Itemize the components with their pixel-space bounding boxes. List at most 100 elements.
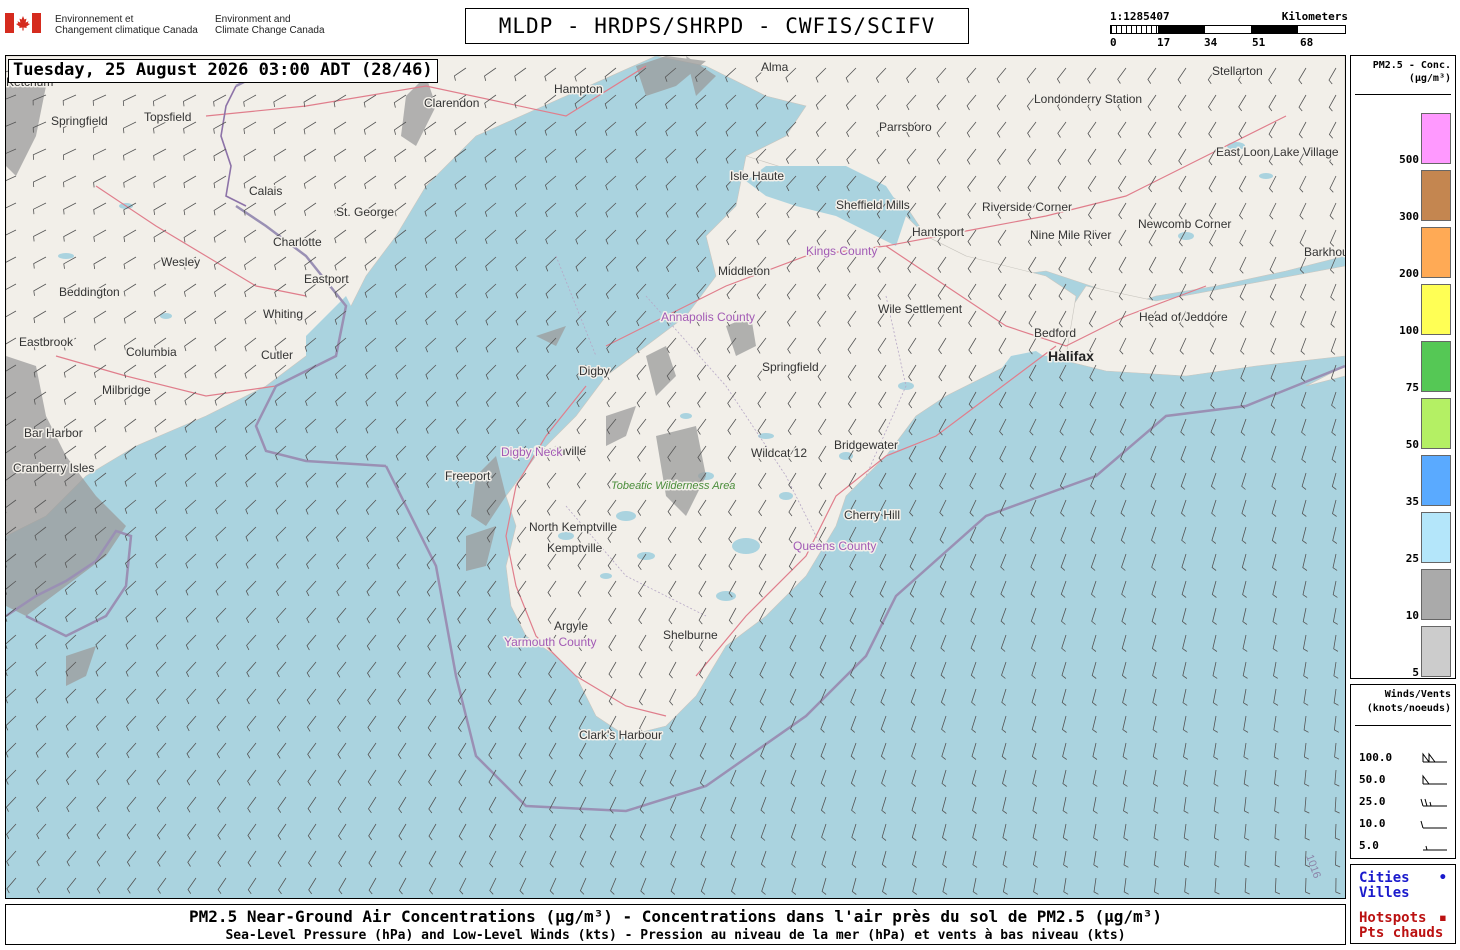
- wind-barb-50-icon: [1422, 774, 1447, 785]
- place-label: Bridgewater: [834, 438, 898, 452]
- place-label: Columbia: [126, 345, 177, 359]
- place-label: Kemptville: [547, 541, 603, 555]
- place-label: East Loon Lake Village: [1216, 145, 1339, 159]
- place-label: Wile Settlement: [878, 302, 963, 316]
- place-label: Charlotte: [273, 235, 322, 249]
- pm25-level-label: 75: [1405, 381, 1419, 394]
- canada-flag-icon: [5, 13, 41, 33]
- place-label: Head of Jeddore: [1139, 310, 1228, 324]
- place-label: Topsfield: [144, 110, 191, 124]
- place-label: Eastbrook: [19, 335, 74, 349]
- scale-bar-graphic: [1110, 25, 1346, 34]
- wind-barb-5-icon: [1423, 845, 1447, 851]
- pm25-level-label: 100: [1399, 324, 1419, 337]
- pm25-swatch-100: [1421, 284, 1451, 335]
- caption-line2: Sea-Level Pressure (hPa) and Low-Level W…: [225, 928, 1126, 943]
- scale-bar: 1:1285407 Kilometers 0 17 34 51 68: [1110, 10, 1348, 50]
- place-label: Milbridge: [102, 383, 151, 397]
- wind-barb-10-icon: [1420, 820, 1447, 829]
- pm25-swatch-25: [1421, 512, 1451, 563]
- agency-fr-line2: Changement climatique Canada: [55, 25, 198, 36]
- pm25-level-label: 10: [1405, 609, 1419, 622]
- place-label: Stellarton: [1212, 64, 1263, 78]
- place-label: Parrsboro: [879, 120, 932, 134]
- wind-legend-title: Winds/Vents (knots/noeuds): [1351, 688, 1451, 716]
- scale-tick: 17: [1157, 36, 1171, 49]
- city-dot-icon: •: [1438, 870, 1447, 886]
- place-label: Springfield: [51, 114, 108, 128]
- place-label: Beddington: [59, 285, 120, 299]
- hotspot-square-icon: ▪: [1438, 910, 1447, 926]
- pm25-legend: PM2.5 - Conc. (µg/m³) 500 300 200 100 75 50 35…: [1350, 55, 1456, 679]
- pm25-swatch-75: [1421, 341, 1451, 392]
- place-label: Wildcat 12: [751, 446, 807, 460]
- pm25-swatch-200: [1421, 227, 1451, 278]
- place-label: Hantsport: [912, 225, 965, 239]
- place-label: Isle Haute: [730, 169, 784, 183]
- legend-cities-en: Cities: [1359, 870, 1410, 886]
- place-label: Bar Harbor: [24, 426, 83, 440]
- pm25-level-label: 50: [1405, 438, 1419, 451]
- county-label: Annapolis County: [661, 310, 755, 324]
- map-caption: PM2.5 Near-Ground Air Concentrations (µg…: [5, 904, 1346, 945]
- county-label: Queens County: [793, 539, 876, 553]
- park-label: Tobeatic Wilderness Area: [611, 480, 735, 492]
- wind-barb-25-icon: [1420, 798, 1447, 807]
- pm25-level-label: 35: [1405, 495, 1419, 508]
- isobar-value-label: 1016: [1303, 853, 1323, 880]
- place-label: Freeport: [445, 469, 491, 483]
- place-label: Wesley: [161, 255, 200, 269]
- pm25-swatch-5: [1421, 626, 1451, 677]
- agency-name-french: Environnement et Changement climatique C…: [55, 14, 198, 36]
- scale-tick: 34: [1204, 36, 1218, 49]
- pm25-level-label: 25: [1405, 552, 1419, 565]
- wind-speed-label: 5.0: [1359, 839, 1379, 852]
- cities-hotspots-legend: Cities Villes • Hotspots Pts chauds ▪: [1350, 864, 1456, 944]
- pm25-legend-title-line1: PM2.5 - Conc.: [1372, 60, 1451, 71]
- scale-unit: Kilometers: [1281, 10, 1348, 23]
- agency-en-line2: Climate Change Canada: [215, 25, 325, 36]
- wind-speed-label: 25.0: [1359, 795, 1386, 808]
- wind-legend-title-line1: Winds/Vents: [1384, 689, 1451, 700]
- pm25-swatch-50: [1421, 398, 1451, 449]
- legend-divider: [1355, 94, 1451, 95]
- legend-divider: [1355, 725, 1451, 726]
- map-title: MLDP - HRDPS/SHRPD - CWFIS/SCIFV: [465, 8, 969, 44]
- pm25-level-label: 5: [1412, 666, 1419, 679]
- place-label: Barkhouse Settlement: [1304, 245, 1345, 259]
- agency-name-english: Environment and Climate Change Canada: [215, 14, 325, 36]
- pm25-swatch-300: [1421, 170, 1451, 221]
- place-label: Digby Neck: [501, 445, 563, 459]
- agency-fr-line1: Environnement et: [55, 14, 134, 25]
- map-canvas[interactable]: Alma Hampton Clarendon Springfield Topsf…: [5, 55, 1346, 899]
- place-label: Whiting: [263, 307, 303, 321]
- place-label: Shelburne: [663, 628, 718, 642]
- place-label: St. George: [336, 205, 394, 219]
- scale-tick: 0: [1110, 36, 1117, 49]
- wind-speed-label: 50.0: [1359, 773, 1386, 786]
- wind-legend-title-line2: (knots/noeuds): [1366, 703, 1451, 714]
- place-label: Argyle: [554, 619, 588, 633]
- wind-legend: Winds/Vents (knots/noeuds) 100.0 50.0 25…: [1350, 684, 1456, 859]
- place-label: North Kemptville: [529, 520, 617, 534]
- wind-speed-label: 10.0: [1359, 817, 1386, 830]
- caption-line1: PM2.5 Near-Ground Air Concentrations (µg…: [189, 907, 1162, 926]
- place-label: Clark's Harbour: [579, 728, 662, 742]
- place-label: Newcomb Corner: [1138, 217, 1231, 231]
- place-label: Sheffield Mills: [836, 198, 910, 212]
- scale-tick: 68: [1300, 36, 1314, 49]
- pm25-swatch-500: [1421, 113, 1451, 164]
- map-svg: Alma Hampton Clarendon Springfield Topsf…: [6, 56, 1345, 895]
- place-label: Cherry Hill: [844, 508, 900, 522]
- pm25-level-label: 500: [1399, 153, 1419, 166]
- wind-barb-100-icon: [1422, 752, 1447, 763]
- place-label: Clarendon: [424, 96, 479, 110]
- city-label: Halifax: [1048, 348, 1094, 364]
- pm25-level-label: 200: [1399, 267, 1419, 280]
- pm25-legend-title-line2: (µg/m³): [1408, 73, 1451, 84]
- pm25-level-label: 300: [1399, 210, 1419, 223]
- place-label: Bedford: [1034, 326, 1076, 340]
- legend-hotspots-en: Hotspots: [1359, 910, 1427, 926]
- place-label: Cutler: [261, 348, 293, 362]
- place-label: Cranberry Isles: [13, 461, 94, 475]
